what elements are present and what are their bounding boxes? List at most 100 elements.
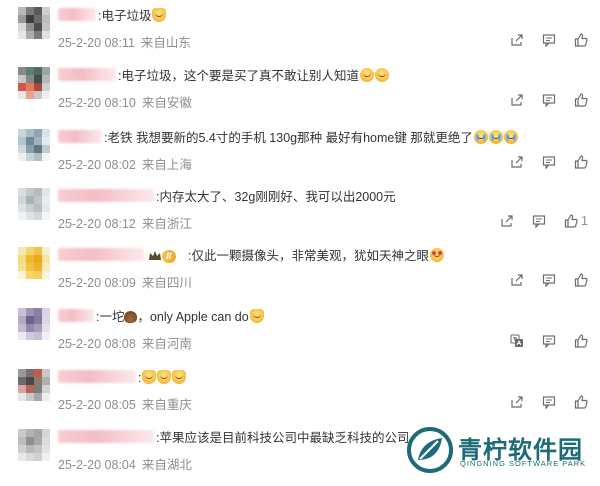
comment-location: 来自湖北 [141,458,192,472]
comment-date: 25-2-20 08:04 [58,458,136,472]
avatar[interactable] [18,429,50,461]
like-icon[interactable] [574,273,588,287]
share-icon[interactable] [510,93,524,107]
comment-date: 25-2-20 08:12 [58,217,136,231]
comment-item: :老铁 我想要新的5.4寸的手机 130g那种 最好有home键 那就更绝了 2… [0,124,600,186]
comment-body: : [138,371,142,385]
crying-emoji-icon [503,130,518,144]
share-icon[interactable] [500,214,514,228]
like-icon[interactable] [574,395,588,409]
comment-icon[interactable] [542,395,556,409]
comment-icon[interactable] [542,93,556,107]
like-icon[interactable] [574,33,588,47]
comment-date: 25-2-20 08:08 [58,337,136,351]
heart-eyes-emoji-icon [429,248,444,262]
comment-icon[interactable] [542,273,556,287]
cat-emoji-icon [142,370,157,384]
like-count: 1 [581,214,588,228]
watermark-subtitle: QINGNING SOFTWARE PARK [460,459,587,468]
comment-body: :老铁 我想要新的5.4寸的手机 130g那种 最好有home键 那就更绝了 [104,131,473,145]
comment-meta: 25-2-20 08:12 来自浙江 [58,213,192,232]
comment-location: 来自安徽 [141,96,192,110]
avatar[interactable] [18,369,50,401]
translate-icon[interactable] [510,334,524,348]
like-icon[interactable] [574,334,588,348]
crying-emoji-icon [473,130,488,144]
poop-emoji-icon [124,311,138,323]
comment-actions [510,153,588,171]
comment-location: 来自河南 [141,337,192,351]
comment-item: :电子垃圾，这个要是买了真不敢让别人知道 25-2-20 08:10 来自安徽 [0,62,600,124]
username-blurred[interactable] [58,130,102,143]
comment-item: :一坨 ，only Apple can do 25-2-20 08:08 来自河南 [0,303,600,365]
comment-icon[interactable] [532,214,546,228]
comment-text: :电子垃圾，这个要是买了真不敢让别人知道 [118,68,389,84]
comment-item: Ⅱ :仅此一颗摄像头，非常美观，犹如天神之眼 25-2-20 08:09 来自四川 [0,242,600,304]
crying-emoji-icon [488,130,503,144]
comment-date: 25-2-20 08:05 [58,398,136,412]
avatar[interactable] [18,7,50,39]
comment-item: : 25-2-20 08:05 来自重庆 [0,364,600,426]
comment-actions [510,393,588,411]
comment-meta: 25-2-20 08:05 来自重庆 [58,394,192,413]
comment-actions [510,91,588,109]
comment-location: 来自上海 [141,158,192,172]
share-icon[interactable] [510,33,524,47]
username-blurred[interactable] [58,309,94,322]
comment-date: 25-2-20 08:11 [58,36,135,50]
comment-meta: 25-2-20 08:04 来自湖北 [58,454,192,473]
like-button[interactable]: 1 [564,214,588,228]
cat-emoji-icon [172,370,187,384]
share-icon[interactable] [510,273,524,287]
avatar[interactable] [18,188,50,220]
comment-icon[interactable] [542,334,556,348]
like-icon [564,214,578,228]
like-icon[interactable] [574,93,588,107]
comment-location: 来自山东 [140,36,191,50]
cat-emoji-icon [152,8,167,22]
comment-item: :内存太大了、32g刚刚好、我可以出2000元 25-2-20 08:12 来自浙… [0,183,600,245]
comment-text: :内存太大了、32g刚刚好、我可以出2000元 [156,189,396,205]
avatar[interactable] [18,67,50,99]
comment-location: 来自浙江 [141,217,192,231]
comment-text: :苹果应该是目前科技公司中最缺乏科技的公司 [156,430,408,446]
cat-emoji-icon [249,309,264,323]
avatar[interactable] [18,308,50,340]
comment-actions [510,31,588,49]
share-icon[interactable] [510,395,524,409]
smile-emoji-icon [374,68,389,82]
comment-body: :一坨 [96,310,125,324]
comment-location: 来自四川 [141,276,192,290]
like-icon[interactable] [574,155,588,169]
comment-icon[interactable] [542,33,556,47]
username-blurred[interactable] [58,248,144,261]
username-blurred[interactable] [58,430,154,443]
comment-date: 25-2-20 08:10 [58,96,136,110]
comment-text: :电子垃圾 [98,8,167,24]
comment-actions [510,332,588,350]
comment-actions: 1 [500,212,588,230]
share-icon[interactable] [510,155,524,169]
avatar[interactable] [18,247,50,279]
comment-text: :一坨 ，only Apple can do [96,309,264,325]
username-blurred[interactable] [58,68,116,81]
comment-body: :仅此一颗摄像头，非常美观，犹如天神之眼 [188,249,429,263]
comment-text: :老铁 我想要新的5.4寸的手机 130g那种 最好有home键 那就更绝了 [104,130,518,146]
avatar[interactable] [18,129,50,161]
comment-body: :电子垃圾，这个要是买了真不敢让别人知道 [118,69,359,83]
watermark: 青柠软件园 QINGNING SOFTWARE PARK [406,426,596,476]
comment-actions [510,271,588,289]
username-blurred[interactable] [58,370,136,383]
username-blurred[interactable] [58,189,154,202]
comment-date: 25-2-20 08:09 [58,276,136,290]
comment-body: :电子垃圾 [98,9,152,23]
comment-meta: 25-2-20 08:11 来自山东 [58,32,191,51]
comment-text: : [138,370,187,386]
username-blurred[interactable] [58,8,96,21]
comment-icon[interactable] [542,155,556,169]
cat-emoji-icon [157,370,172,384]
comment-meta: 25-2-20 08:02 来自上海 [58,154,192,173]
vip-badge-icon: Ⅱ [162,250,176,263]
comment-location: 来自重庆 [141,398,192,412]
crown-badge-icon [148,249,162,267]
